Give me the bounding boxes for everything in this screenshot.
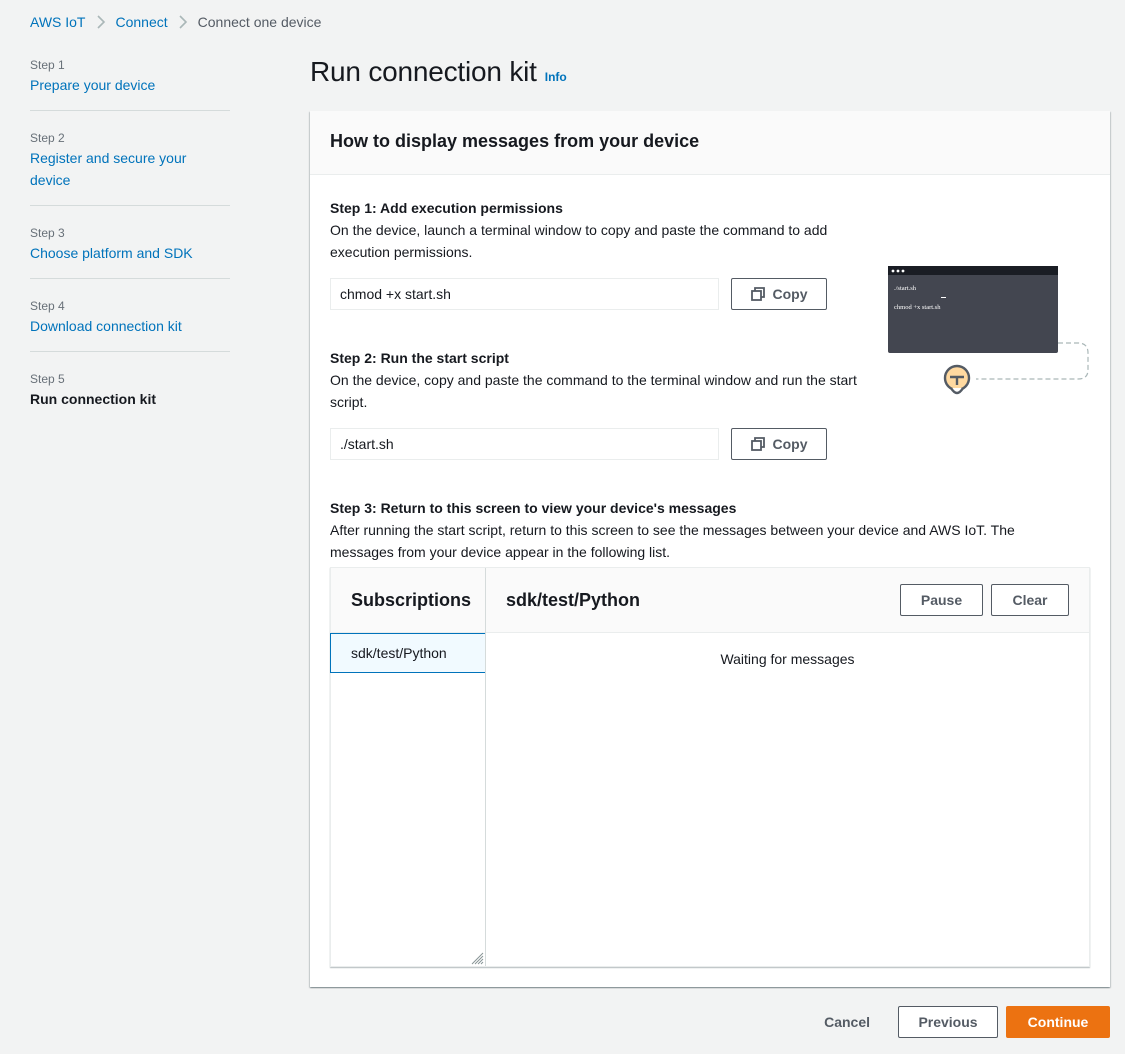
chevron-right-icon xyxy=(96,15,106,29)
step1-section: Step 1: Add execution permissions On the… xyxy=(330,197,850,263)
lightbulb-icon xyxy=(943,364,971,395)
step-link-register-device[interactable]: Register and secure your device xyxy=(30,147,230,191)
page-header: Run connection kit Info xyxy=(310,56,567,88)
breadcrumb-current: Connect one device xyxy=(197,14,322,30)
step1-command-field[interactable] xyxy=(330,278,719,310)
continue-button[interactable]: Continue xyxy=(1006,1006,1110,1038)
selected-topic: sdk/test/Python xyxy=(506,589,641,610)
step-number: Step 3 xyxy=(30,226,65,240)
messages-actions: Pause Clear xyxy=(900,584,1069,616)
step-link-prepare-device[interactable]: Prepare your device xyxy=(30,74,230,96)
step2-command-row: Copy xyxy=(330,428,827,460)
subscription-item[interactable]: sdk/test/Python xyxy=(330,633,485,673)
breadcrumb-aws-iot[interactable]: AWS IoT xyxy=(30,14,86,30)
wizard-step-3: Step 3 Choose platform and SDK xyxy=(30,220,230,279)
container-title: How to display messages from your device xyxy=(330,131,700,151)
chevron-right-icon xyxy=(178,15,188,29)
pause-button[interactable]: Pause xyxy=(900,584,983,616)
step2-section: Step 2: Run the start script On the devi… xyxy=(330,347,870,413)
page-title: Run connection kit xyxy=(310,56,537,87)
step-number: Step 1 xyxy=(30,58,65,72)
messages-header: sdk/test/Python Pause Clear xyxy=(486,568,1089,633)
step-number: Step 5 xyxy=(30,372,65,386)
window-dot xyxy=(901,269,905,273)
copy-icon xyxy=(750,437,765,451)
step3-description: After running the start script, return t… xyxy=(330,522,1015,560)
terminal-illustration: ./start.sh chmod +x start.sh xyxy=(888,266,1089,395)
step-link-download-kit[interactable]: Download connection kit xyxy=(30,315,230,337)
breadcrumb-connect[interactable]: Connect xyxy=(116,14,168,30)
subscriptions-title: Subscriptions xyxy=(331,568,485,633)
previous-button[interactable]: Previous xyxy=(898,1006,998,1038)
step-link-choose-platform[interactable]: Choose platform and SDK xyxy=(30,242,230,264)
message-viewer: Subscriptions sdk/test/Python sdk/test/P… xyxy=(330,567,1090,967)
step2-copy-button[interactable]: Copy xyxy=(731,428,827,460)
instructions-container: How to display messages from your device… xyxy=(310,111,1110,987)
cancel-button[interactable]: Cancel xyxy=(824,1014,870,1030)
step1-description: On the device, launch a terminal window … xyxy=(330,222,828,260)
step-number: Step 2 xyxy=(30,131,65,145)
breadcrumb: AWS IoT Connect Connect one device xyxy=(30,14,321,30)
copy-label: Copy xyxy=(772,436,808,452)
window-dot xyxy=(896,269,900,273)
info-link[interactable]: Info xyxy=(545,70,567,84)
copy-label: Copy xyxy=(772,286,808,302)
step3-title: Step 3: Return to this screen to view yo… xyxy=(330,500,737,516)
step-current-run-kit: Run connection kit xyxy=(30,391,156,407)
clear-button[interactable]: Clear xyxy=(991,584,1069,616)
step3-section: Step 3: Return to this screen to view yo… xyxy=(330,497,1040,563)
messages-empty-state: Waiting for messages xyxy=(720,651,855,667)
step-number: Step 4 xyxy=(30,299,65,313)
step1-title: Step 1: Add execution permissions xyxy=(330,200,563,216)
step2-command-field[interactable] xyxy=(330,428,719,460)
step1-copy-button[interactable]: Copy xyxy=(731,278,827,310)
resize-handle-icon[interactable] xyxy=(470,951,484,965)
step2-title: Step 2: Run the start script xyxy=(330,350,509,366)
container-header: How to display messages from your device xyxy=(310,111,1110,175)
copy-icon xyxy=(750,287,765,301)
terminal-line-2: chmod +x start.sh xyxy=(894,304,941,311)
wizard-step-2: Step 2 Register and secure your device xyxy=(30,125,230,206)
step2-description: On the device, copy and paste the comman… xyxy=(330,372,857,410)
wizard-step-5: Step 5 Run connection kit xyxy=(30,366,230,424)
subscriptions-panel: Subscriptions sdk/test/Python xyxy=(330,568,486,966)
wizard-step-4: Step 4 Download connection kit xyxy=(30,293,230,352)
wizard-step-1: Step 1 Prepare your device xyxy=(30,52,230,111)
wizard-footer: Cancel Previous Continue xyxy=(824,1006,1110,1038)
wizard-steps-nav: Step 1 Prepare your device Step 2 Regist… xyxy=(30,52,230,438)
terminal-line-1: ./start.sh xyxy=(894,285,917,292)
terminal-cursor xyxy=(941,297,946,298)
messages-panel: sdk/test/Python Pause Clear Waiting for … xyxy=(486,568,1089,966)
step1-command-row: Copy xyxy=(330,278,827,310)
window-dot xyxy=(891,269,895,273)
